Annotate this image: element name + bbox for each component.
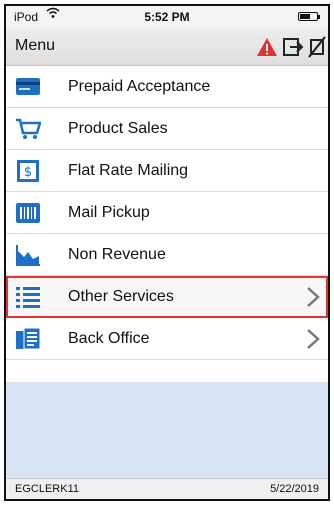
app-header: Menu — [6, 28, 328, 66]
no-printer-icon[interactable] — [307, 36, 328, 58]
menu-item-label: Product Sales — [68, 120, 168, 137]
documents-icon — [15, 327, 41, 351]
clerk-id: EGCLERK11 — [15, 483, 79, 495]
status-time: 5:52 PM — [144, 10, 190, 24]
menu-item-prepaid-acceptance[interactable]: Prepaid Acceptance — [6, 66, 328, 108]
list-icon — [15, 285, 41, 309]
svg-text:$: $ — [24, 165, 32, 180]
menu-item-other-services[interactable]: Other Services — [6, 276, 328, 318]
status-bar: iPod 5:52 PM — [6, 6, 328, 28]
footer-date: 5/22/2019 — [270, 483, 319, 495]
stamp-icon: $ — [15, 159, 41, 183]
device-screen: iPod 5:52 PM Menu Prepaid Acceptance Pro… — [4, 4, 330, 501]
barcode-icon — [15, 201, 41, 225]
menu-item-non-revenue[interactable]: Non Revenue — [6, 234, 328, 276]
menu-item-label: Other Services — [68, 288, 174, 305]
empty-list-area — [6, 382, 328, 480]
prepaid-card-icon — [15, 75, 41, 99]
logout-icon[interactable] — [282, 36, 304, 58]
shopping-cart-icon — [15, 117, 42, 141]
menu-list: Prepaid Acceptance Product Sales $ Flat … — [6, 66, 328, 360]
menu-item-label: Non Revenue — [68, 246, 166, 263]
menu-item-label: Mail Pickup — [68, 204, 150, 221]
area-chart-icon — [15, 243, 41, 267]
menu-item-label: Back Office — [68, 330, 150, 347]
warning-icon[interactable] — [256, 36, 278, 58]
menu-item-back-office[interactable]: Back Office — [6, 318, 328, 360]
menu-item-label: Flat Rate Mailing — [68, 162, 189, 179]
footer-bar: EGCLERK11 5/22/2019 — [6, 478, 328, 499]
menu-item-mail-pickup[interactable]: Mail Pickup — [6, 192, 328, 234]
menu-item-product-sales[interactable]: Product Sales — [6, 108, 328, 150]
battery-icon — [298, 12, 320, 21]
menu-item-label: Prepaid Acceptance — [68, 78, 211, 95]
chevron-right-icon — [306, 328, 320, 350]
chevron-right-icon — [306, 286, 320, 308]
menu-item-flat-rate-mailing[interactable]: $ Flat Rate Mailing — [6, 150, 328, 192]
page-title: Menu — [15, 37, 56, 54]
